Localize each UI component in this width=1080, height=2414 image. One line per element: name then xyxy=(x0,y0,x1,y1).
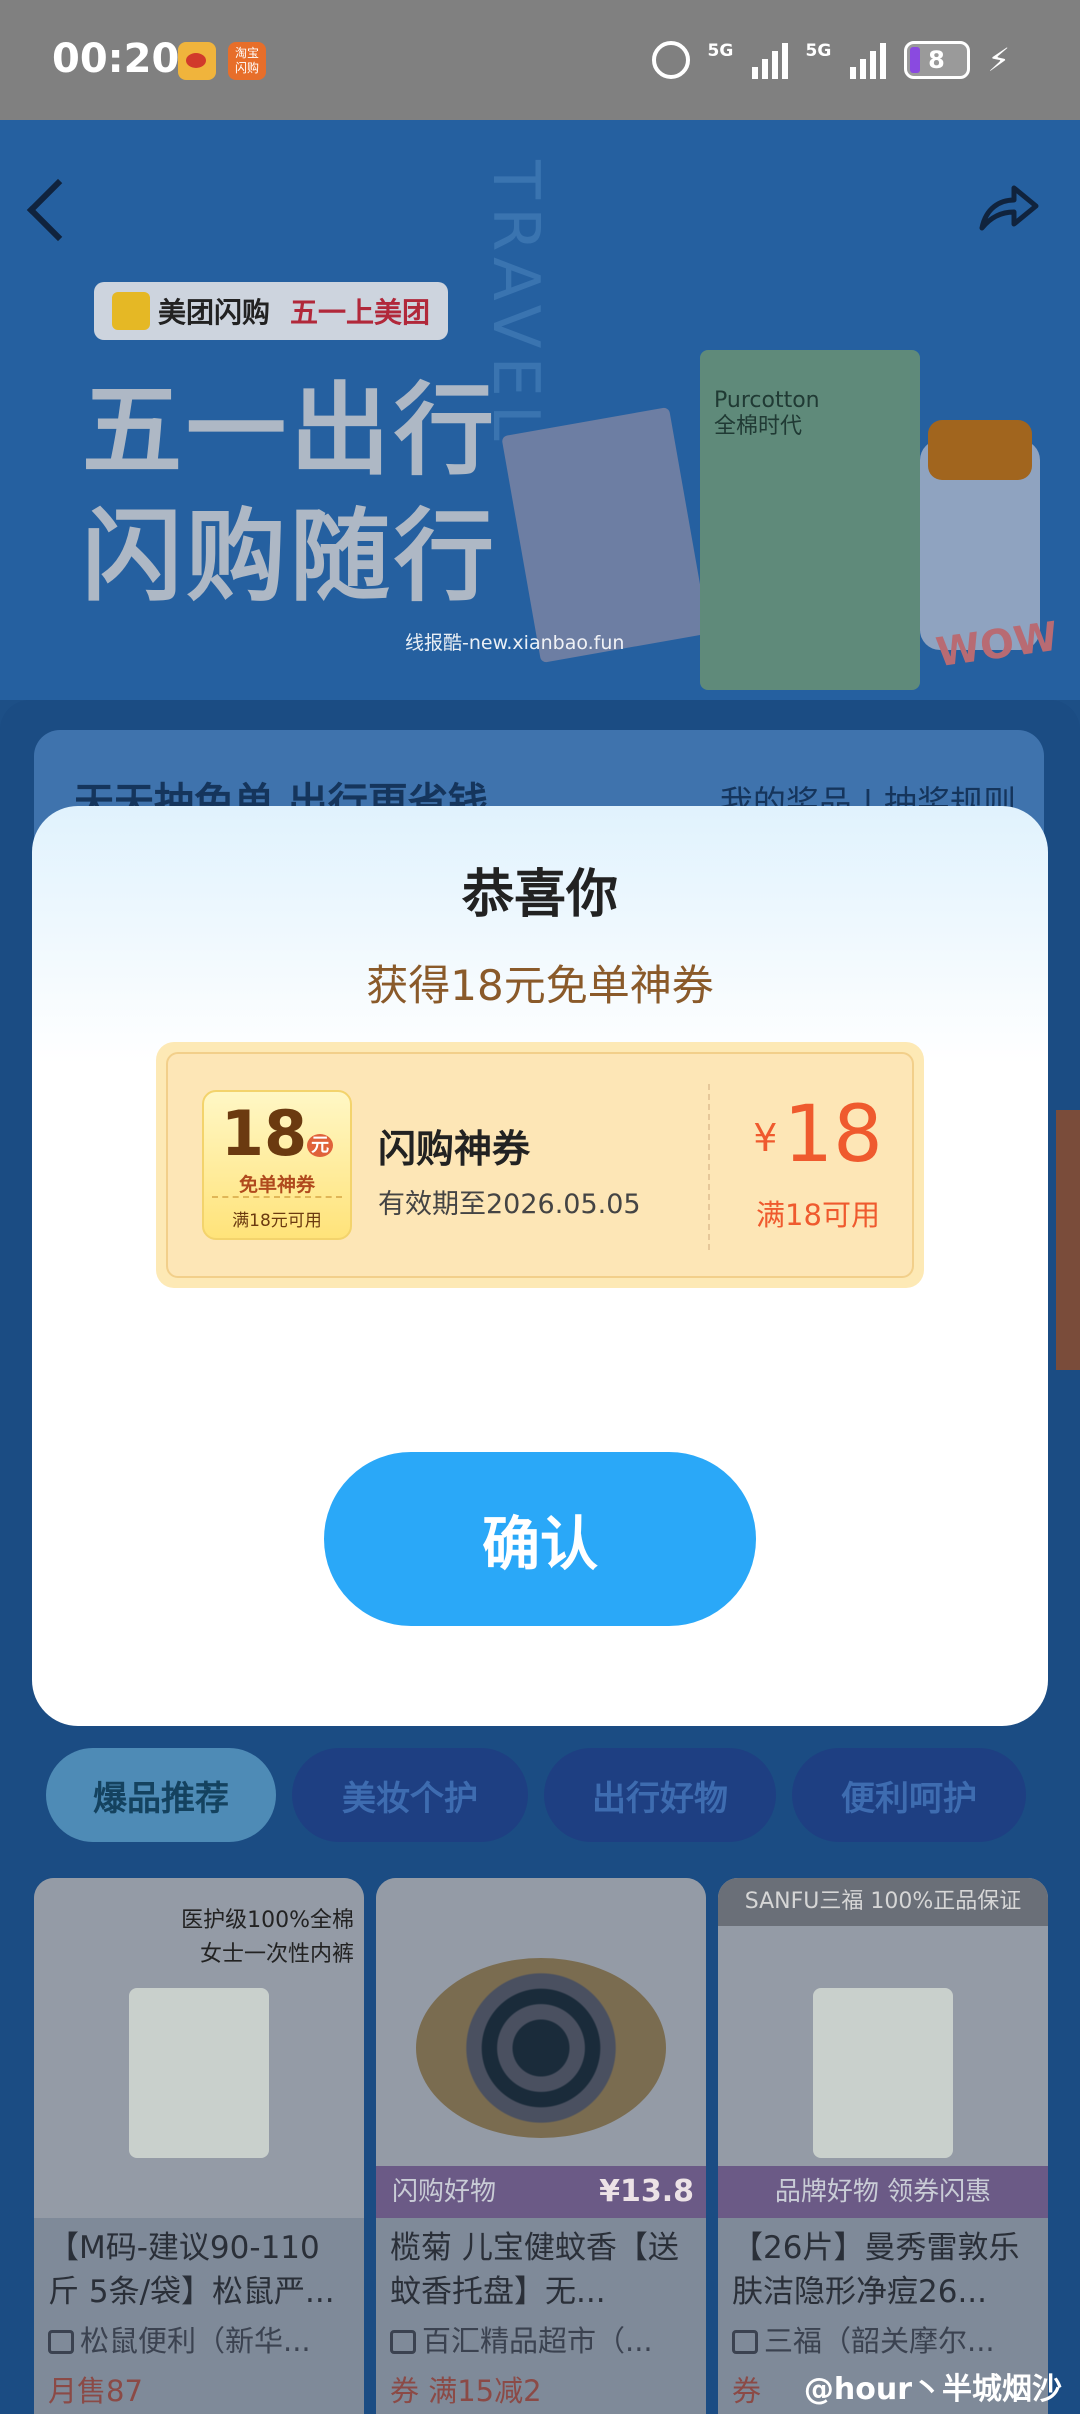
confirm-button[interactable]: 确认 xyxy=(324,1452,756,1626)
coupon-condition: 满18可用 xyxy=(756,1198,880,1232)
coupon-value: ¥18 xyxy=(728,1090,908,1180)
coupon-badge: 18 元 免单神券 满18元可用 xyxy=(202,1090,352,1240)
badge-label: 免单神券 xyxy=(238,1174,315,1196)
badge-amount-value: 18 xyxy=(220,1097,308,1170)
coupon-validity: 有效期至2026.05.05 xyxy=(378,1189,641,1220)
coupon-name: 闪购神券 xyxy=(378,1127,531,1171)
coupon-divider xyxy=(708,1084,710,1250)
coupon-inner: 18 元 免单神券 满18元可用 闪购神券 有效期至2026.05.05 ¥18 … xyxy=(166,1052,914,1278)
reward-dialog: 恭喜你 获得18元免单神券 18 元 免单神券 满18元可用 闪购神券 有效期至2… xyxy=(32,806,1048,1726)
coupon-currency: ¥ xyxy=(753,1116,778,1160)
badge-condition: 满18元可用 xyxy=(212,1196,342,1231)
badge-yuan-unit: 元 xyxy=(307,1134,334,1157)
dialog-subtitle: 获得18元免单神券 xyxy=(366,961,714,1010)
coupon-card: 18 元 免单神券 满18元可用 闪购神券 有效期至2026.05.05 ¥18 … xyxy=(156,1042,924,1288)
dialog-title: 恭喜你 xyxy=(461,865,618,925)
coupon-amount: 18 xyxy=(783,1090,883,1180)
